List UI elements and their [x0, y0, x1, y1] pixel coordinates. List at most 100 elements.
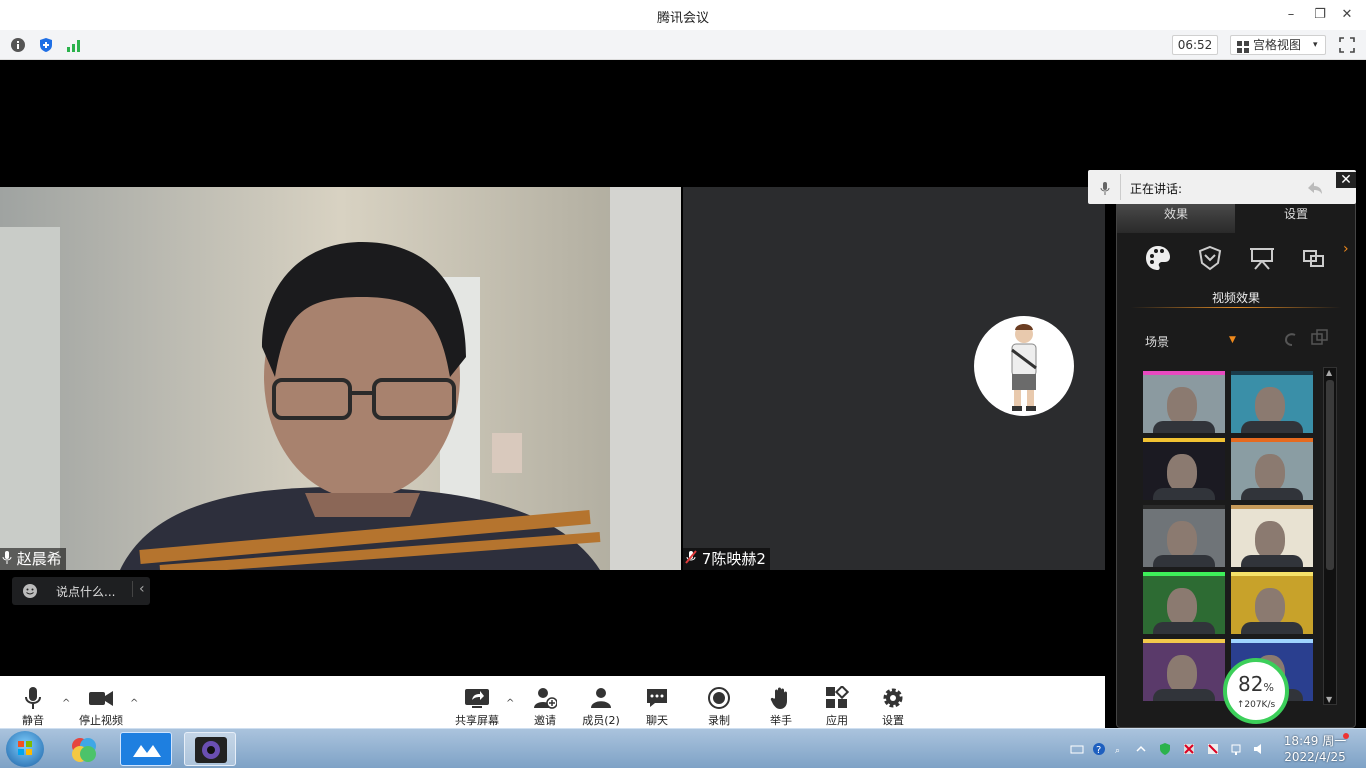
effect-preview-face: [1167, 387, 1197, 425]
taskbar-app-tencent-meeting[interactable]: [120, 732, 172, 766]
video-options-caret[interactable]: ^: [130, 698, 138, 709]
share-screen-icon: [465, 689, 489, 708]
collapse-icon[interactable]: ‹: [132, 581, 145, 597]
camera-app-icon: [195, 737, 227, 763]
network-status-badge[interactable]: 82% ↑207K/s: [1223, 658, 1289, 724]
effect-preview-face: [1167, 655, 1197, 693]
scroll-down-icon[interactable]: ▼: [1326, 695, 1332, 704]
effect-thumbnail[interactable]: [1143, 639, 1225, 701]
restore-button[interactable]: ❐: [1311, 6, 1329, 24]
microphone-icon: [1100, 180, 1110, 199]
effect-thumbnail[interactable]: [1231, 572, 1313, 634]
beauty-shield-icon[interactable]: [1195, 243, 1225, 273]
video-effects-title: 视频效果: [1211, 291, 1260, 305]
mute-button[interactable]: 静音: [3, 684, 63, 728]
info-icon[interactable]: [10, 37, 26, 53]
tab-effects[interactable]: 效果: [1117, 203, 1235, 233]
video-tile-participant-1[interactable]: 赵晨希: [0, 187, 681, 570]
meeting-toolbar: 06:52 宫格视图 ▾: [0, 30, 1366, 60]
compare-icon[interactable]: [1311, 329, 1329, 351]
remove-device-icon[interactable]: [1206, 741, 1220, 755]
signal-strength-icon[interactable]: [66, 37, 82, 53]
palette-icon[interactable]: [1143, 243, 1173, 273]
network-icon[interactable]: [1230, 741, 1244, 755]
effect-preview-body: [1241, 622, 1303, 634]
title-bar: 腾讯会议 – ❐ ✕: [0, 0, 1366, 30]
effect-thumbnail[interactable]: [1143, 438, 1225, 500]
volume-icon[interactable]: [1252, 741, 1266, 755]
browser-app-icon: [72, 738, 96, 762]
close-effects-panel-button[interactable]: ✕: [1336, 172, 1356, 188]
help-icon[interactable]: ?: [1092, 741, 1106, 756]
settings-button[interactable]: 设置: [863, 684, 923, 728]
raise-hand-button[interactable]: 举手: [751, 684, 811, 728]
svg-text:⌕: ⌕: [1115, 746, 1120, 756]
microphone-muted-icon: [685, 550, 702, 568]
apps-label: 应用: [826, 714, 848, 727]
network-quality-percent: 82%: [1227, 672, 1285, 696]
share-screen-button[interactable]: 共享屏幕: [447, 684, 507, 728]
system-clock[interactable]: 18:49 周一 2022/4/25: [1280, 733, 1350, 765]
effect-thumbnail[interactable]: [1143, 572, 1225, 634]
network-quality-value: 82: [1238, 672, 1264, 696]
effect-thumbnail[interactable]: [1231, 505, 1313, 567]
chat-input[interactable]: 说点什么...: [56, 583, 115, 600]
fullscreen-icon[interactable]: [1339, 37, 1355, 53]
keyboard-icon[interactable]: [1070, 741, 1084, 755]
effect-preview-body: [1153, 622, 1215, 634]
security-shield-icon[interactable]: [38, 37, 54, 53]
effect-preview-face: [1255, 521, 1285, 559]
stop-video-button[interactable]: 停止视频: [71, 684, 131, 728]
invite-label: 邀请: [534, 714, 556, 727]
emoji-icon[interactable]: [22, 583, 38, 603]
reply-arrow-icon[interactable]: [1306, 178, 1324, 200]
show-hidden-icons-icon[interactable]: [1134, 741, 1148, 755]
quick-chat-bar[interactable]: 说点什么... ‹: [12, 577, 150, 605]
invite-button[interactable]: 邀请: [515, 684, 575, 728]
more-categories-icon[interactable]: ›: [1343, 241, 1349, 257]
overlay-frames-icon[interactable]: [1299, 243, 1329, 273]
apps-button[interactable]: 应用: [807, 684, 867, 728]
clock-time: 18:49 周一: [1283, 734, 1347, 748]
taskbar-app-camera[interactable]: [184, 732, 236, 766]
effect-category-bar: ›: [1117, 241, 1357, 281]
effect-thumbnail[interactable]: [1143, 371, 1225, 433]
participant-name: 7陈映赫2: [701, 550, 766, 568]
participant-name-tag: 赵晨希: [0, 548, 66, 570]
share-options-caret[interactable]: ^: [506, 698, 514, 709]
view-mode-dropdown[interactable]: 宫格视图 ▾: [1230, 35, 1326, 55]
effect-thumbnail[interactable]: [1231, 371, 1313, 433]
scroll-thumb[interactable]: [1326, 380, 1334, 570]
security-tray-icon[interactable]: [1158, 741, 1172, 755]
scroll-up-icon[interactable]: ▲: [1326, 368, 1332, 377]
record-button[interactable]: 录制: [689, 684, 749, 728]
video-camera-icon: [89, 691, 113, 706]
tab-settings[interactable]: 设置: [1237, 203, 1355, 233]
close-button[interactable]: ✕: [1338, 6, 1356, 24]
thumbnail-scrollbar[interactable]: ▲ ▼: [1323, 367, 1337, 705]
members-button[interactable]: 成员(2): [571, 684, 631, 728]
taskbar-app-browser[interactable]: [58, 732, 110, 766]
background-stage-icon[interactable]: [1247, 243, 1277, 273]
scene-dropdown-label[interactable]: 场景: [1145, 333, 1169, 350]
language-icon[interactable]: ⌕: [1114, 741, 1128, 756]
effect-preview-face: [1255, 454, 1285, 492]
scene-dropdown-caret[interactable]: ▼: [1229, 335, 1236, 345]
video-effects-panel: 效果 设置 › 视频效果 场景 ▼ ▲ ▼: [1116, 196, 1356, 728]
start-button[interactable]: [6, 731, 44, 767]
effect-preview-body: [1153, 421, 1215, 433]
active-speaker-bar: 正在讲话:: [1088, 170, 1356, 204]
window-title: 腾讯会议: [656, 11, 709, 26]
clock-date: 2022/4/25: [1284, 750, 1346, 764]
effect-thumbnail[interactable]: [1143, 505, 1225, 567]
effect-thumbnail[interactable]: [1231, 438, 1313, 500]
effect-preview-body: [1241, 488, 1303, 500]
no-network-icon[interactable]: [1182, 741, 1196, 755]
tencent-meeting-icon: [133, 745, 161, 757]
speaking-label: 正在讲话:: [1130, 182, 1183, 196]
video-tile-participant-2[interactable]: 7陈映赫2: [683, 187, 1105, 570]
undo-icon[interactable]: [1283, 331, 1299, 351]
chat-button[interactable]: 聊天: [627, 684, 687, 728]
minimize-button[interactable]: –: [1282, 6, 1300, 24]
mic-options-caret[interactable]: ^: [62, 698, 70, 709]
